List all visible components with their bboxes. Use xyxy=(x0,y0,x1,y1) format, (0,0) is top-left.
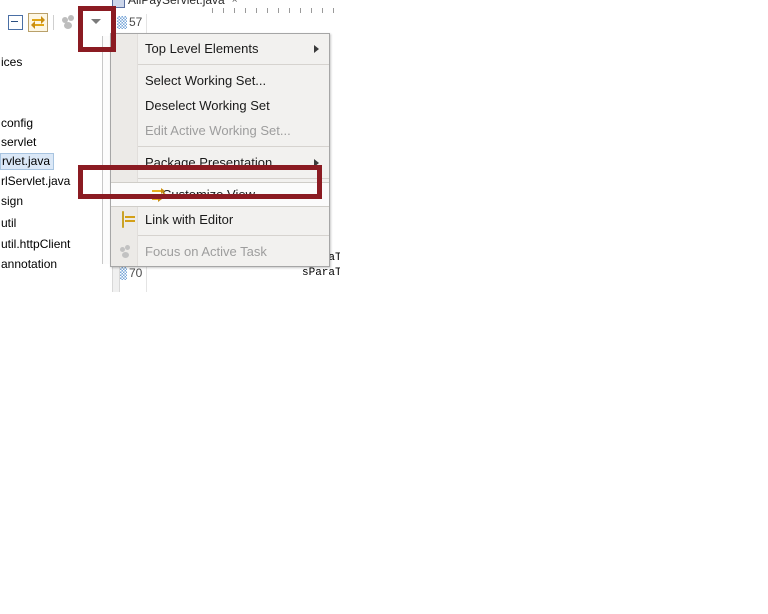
filter-icon xyxy=(150,186,167,203)
menu-item-label: Top Level Elements xyxy=(145,41,259,56)
menu-separator xyxy=(138,146,329,147)
menu-item-top-level-elements[interactable]: Top Level Elements xyxy=(111,36,329,61)
menu-item-label: Customize View... xyxy=(162,187,266,202)
menu-item-link-with-editor[interactable]: Link with Editor xyxy=(111,207,329,232)
ide-fragment: AllPayServlet.java × 57 69 70 T( g. m sP… xyxy=(0,0,340,292)
line-number: 70 xyxy=(129,266,143,280)
menu-item-edit-active-working-set: Edit Active Working Set... xyxy=(111,118,329,143)
link-with-editor-button[interactable] xyxy=(28,12,48,32)
menu-item-customize-view[interactable]: Customize View... xyxy=(111,182,329,207)
menu-item-label: Package Presentation xyxy=(145,155,273,170)
link-with-editor-icon xyxy=(30,15,46,30)
task-icon xyxy=(116,243,133,260)
tree-item[interactable]: util.httpClient xyxy=(0,236,70,253)
menu-item-label: Deselect Working Set xyxy=(145,98,270,113)
menu-item-label: Link with Editor xyxy=(145,212,234,227)
code-fragment: sParaTemp xyxy=(302,267,340,279)
menu-item-deselect-working-set[interactable]: Deselect Working Set xyxy=(111,93,329,118)
tree-item[interactable]: config xyxy=(0,115,33,132)
tree-item[interactable]: util xyxy=(0,215,16,232)
view-menu-button[interactable] xyxy=(83,10,109,32)
chevron-right-icon xyxy=(314,44,319,53)
editor-tab-label: AllPayServlet.java xyxy=(128,0,225,7)
tree-item[interactable]: sign xyxy=(0,193,23,210)
tree-item[interactable]: rlServlet.java xyxy=(0,173,70,190)
collapse-all-icon xyxy=(7,14,23,30)
menu-item-package-presentation[interactable]: Package Presentation xyxy=(111,150,329,175)
toolbar-divider xyxy=(53,14,54,30)
menu-separator xyxy=(138,178,329,179)
gutter-marker xyxy=(117,16,127,29)
chevron-right-icon xyxy=(314,158,319,167)
focus-on-active-task-button[interactable] xyxy=(59,13,79,32)
tree-item[interactable]: annotation xyxy=(0,256,57,273)
menu-separator xyxy=(138,64,329,65)
menu-item-select-working-set[interactable]: Select Working Set... xyxy=(111,68,329,93)
collapse-all-button[interactable] xyxy=(5,13,25,32)
java-file-icon xyxy=(112,0,125,8)
chevron-down-icon xyxy=(91,18,101,24)
line-number: 57 xyxy=(129,15,143,29)
view-menu-popup: Top Level Elements Select Working Set...… xyxy=(110,33,330,267)
menu-item-label: Select Working Set... xyxy=(145,73,267,88)
package-explorer-view: ices config servlet rvlet.java rlServlet… xyxy=(0,0,112,292)
tree-item[interactable]: servlet xyxy=(0,134,36,151)
editor-ruler-dots xyxy=(212,8,340,13)
menu-separator xyxy=(138,235,329,236)
tree-item-selected[interactable]: rvlet.java xyxy=(0,153,54,170)
screenshot-canvas: AllPayServlet.java × 57 69 70 T( g. m sP… xyxy=(0,0,768,614)
menu-item-focus-on-active-task: Focus on Active Task xyxy=(111,239,329,264)
menu-item-label: Focus on Active Task xyxy=(145,244,267,259)
link-icon xyxy=(116,211,133,228)
tree-item[interactable]: ices xyxy=(0,54,22,71)
focus-task-icon xyxy=(61,14,77,30)
close-icon[interactable]: × xyxy=(232,0,238,6)
menu-item-label: Edit Active Working Set... xyxy=(145,123,291,138)
